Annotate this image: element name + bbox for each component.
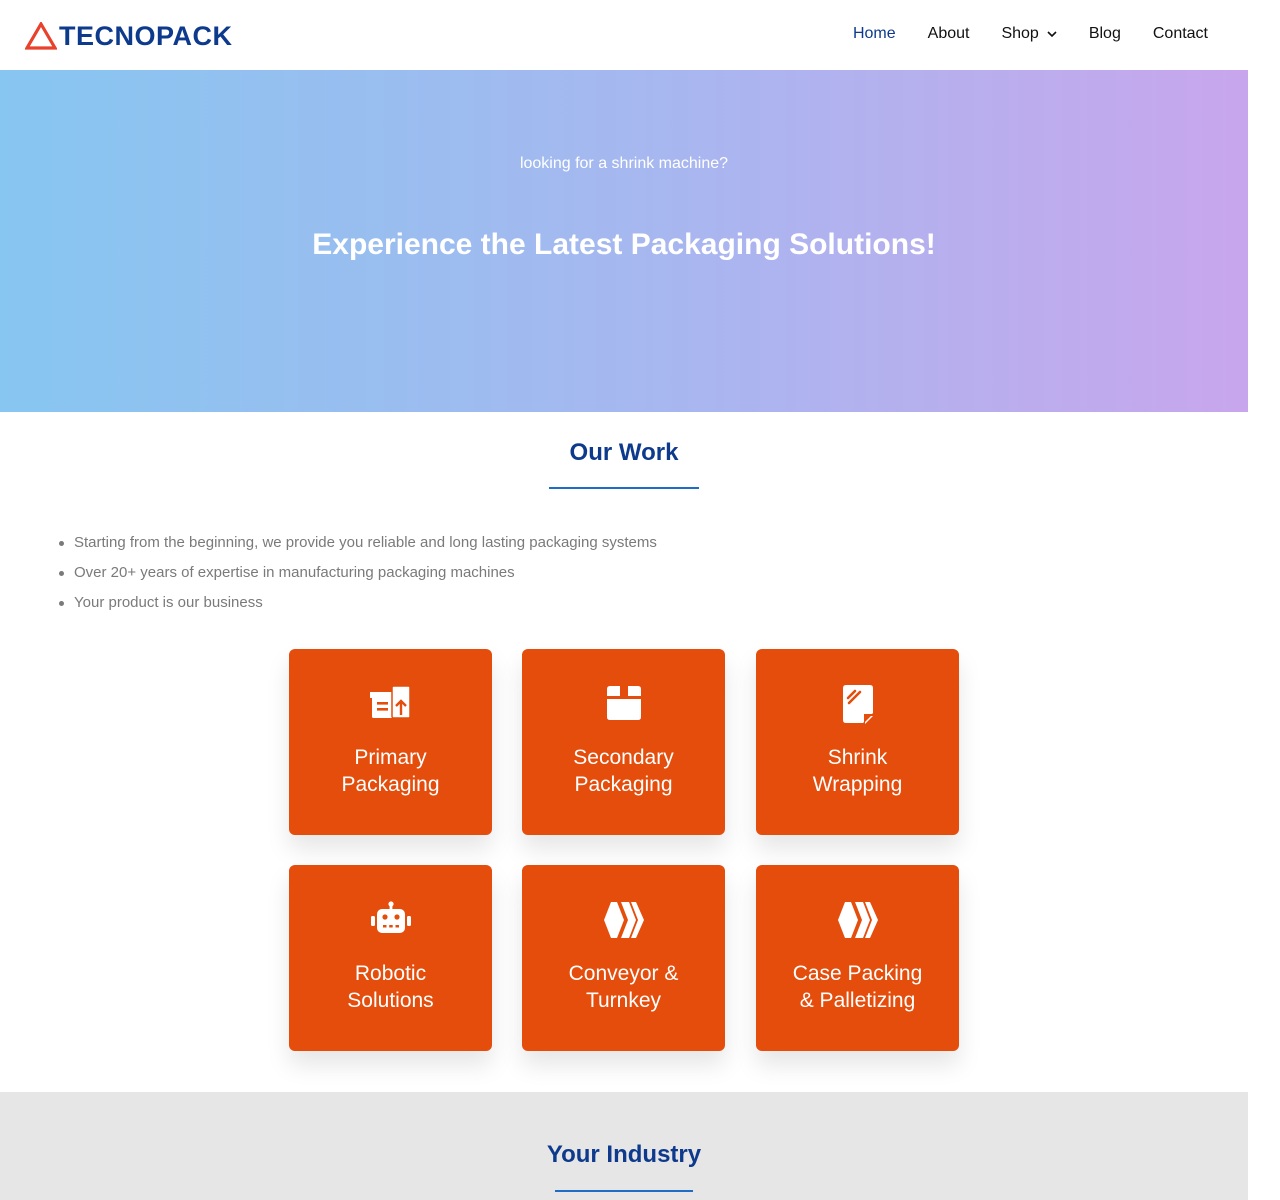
list-item: Your product is our business [59,588,657,618]
nav-about[interactable]: About [928,23,970,45]
nav-home[interactable]: Home [853,23,896,45]
card-label-line: Secondary [573,746,674,769]
our-work-title: Our Work [569,439,679,466]
services-grid: Primary Packaging Secondary Packaging Sh… [289,649,959,1052]
list-item: Over 20+ years of expertise in manufactu… [59,558,657,588]
logo-triangle-icon [25,22,57,50]
card-label: Primary Packaging [309,745,472,798]
industry-title: Your Industry [546,1141,702,1168]
card-label: Robotic Solutions [309,961,472,1014]
card-shrink-wrapping[interactable]: Shrink Wrapping [756,649,959,835]
card-conveyor-turnkey[interactable]: Conveyor & Turnkey [522,865,725,1051]
nav-shop[interactable]: Shop [1001,23,1057,45]
card-label-line: Packaging [574,772,673,796]
list-item: Starting from the beginning, we provide … [59,528,657,558]
card-label-line: Packaging [341,772,440,796]
our-work-divider [549,487,699,489]
card-label: Secondary Packaging [542,745,705,798]
card-label-line: Robotic [354,962,427,985]
card-label-line: Shrink [827,746,888,769]
hero-banner: looking for a shrink machine? Experience… [0,70,1248,412]
hero-title: Experience the Latest Packaging Solution… [312,228,936,261]
site-header: TECNOPACK Home About Shop Blog Contact [0,0,1248,70]
card-label: Case Packing & Palletizing [776,961,939,1014]
card-label-line: Conveyor & [568,962,679,985]
card-robotic-solutions[interactable]: Robotic Solutions [289,865,492,1051]
logo[interactable]: TECNOPACK [25,20,233,52]
robot-icon [289,901,492,939]
card-label: Conveyor & Turnkey [542,961,705,1014]
card-primary-packaging[interactable]: Primary Packaging [289,649,492,835]
industry-section: Your Industry [0,1092,1248,1200]
nav-shop-label: Shop [1001,25,1039,42]
boxes-icon [289,685,492,723]
card-case-packing-palletizing[interactable]: Case Packing & Palletizing [756,865,959,1051]
industry-divider [555,1190,693,1192]
nav-blog[interactable]: Blog [1089,23,1121,45]
hive-icon [756,901,959,939]
box-icon [522,685,725,723]
hive-icon [522,901,725,939]
main-nav: Home About Shop Blog Contact [821,23,1208,45]
card-label-line: & Palletizing [799,988,916,1012]
page: TECNOPACK Home About Shop Blog Contact l… [0,0,1248,1200]
card-label-line: Wrapping [812,772,903,796]
card-secondary-packaging[interactable]: Secondary Packaging [522,649,725,835]
card-label-line: Case Packing [792,962,923,985]
nav-contact[interactable]: Contact [1153,23,1208,45]
note-icon [756,685,959,724]
card-label-line: Primary [354,746,427,769]
logo-text: TECNOPACK [59,20,233,51]
hero-subtitle: looking for a shrink machine? [519,155,729,172]
card-label: Shrink Wrapping [776,745,939,798]
chevron-down-icon [1047,25,1057,43]
card-label-line: Turnkey [585,988,662,1012]
card-label-line: Solutions [347,988,434,1012]
our-work-bullets: Starting from the beginning, we provide … [59,528,657,618]
